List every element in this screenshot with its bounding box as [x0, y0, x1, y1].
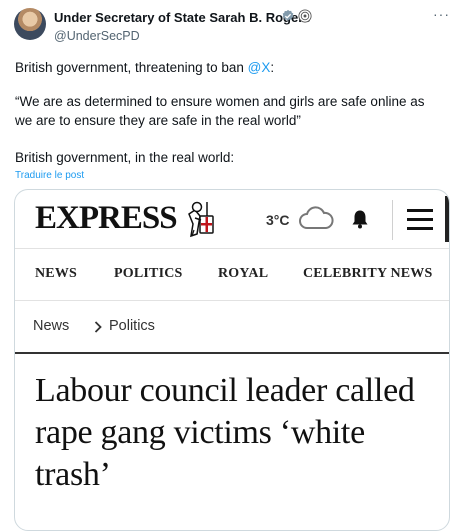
divider: [15, 352, 449, 354]
express-logo: EXPRESS: [35, 200, 178, 236]
tweet-line-3: British government, in the real world:: [15, 150, 235, 165]
tweet-line-1: British government, threatening to ban @…: [15, 58, 440, 77]
cloud-icon: [299, 206, 334, 229]
chevron-right-icon: [94, 321, 102, 333]
author-name[interactable]: Under Secretary of State Sarah B. Rogers: [54, 10, 310, 25]
tweet-line-1-text: British government, threatening to ban: [15, 60, 248, 75]
author-badges: [281, 9, 312, 23]
nav-item-politics[interactable]: POLITICS: [114, 266, 183, 282]
more-options-icon[interactable]: ···: [433, 6, 450, 22]
weather-temperature: 3°C: [266, 212, 290, 228]
divider: [15, 300, 449, 301]
avatar[interactable]: [14, 8, 46, 40]
breadcrumb-news[interactable]: News: [33, 318, 69, 334]
author-handle[interactable]: @UnderSecPD: [54, 29, 140, 43]
hamburger-menu-icon[interactable]: [392, 200, 439, 240]
translate-post-link[interactable]: Traduire le post: [15, 170, 84, 181]
nav-item-celebrity-news[interactable]: CELEBRITY NEWS: [303, 266, 432, 282]
media-card[interactable]: EXPRESS 3°C NEWS POLITICS ROYAL CELEBRIT…: [14, 189, 450, 531]
nav-item-royal[interactable]: ROYAL: [218, 266, 268, 282]
tweet-quote: “We are as determined to ensure women an…: [15, 94, 425, 128]
breadcrumb-politics[interactable]: Politics: [109, 318, 155, 334]
tweet-line-1-suffix: :: [270, 60, 275, 75]
verified-badge-icon: [282, 9, 294, 21]
government-seal-icon: [298, 9, 312, 23]
article-headline: Labour council leader called rape gang v…: [35, 372, 415, 493]
mention-link[interactable]: @X: [248, 60, 271, 75]
tweet: Under Secretary of State Sarah B. Rogers…: [0, 0, 450, 531]
divider: [15, 248, 449, 249]
crusader-logo-icon: [188, 201, 214, 238]
nav-item-news[interactable]: NEWS: [35, 266, 77, 282]
menu-edge: [445, 196, 449, 242]
notification-bell-icon[interactable]: [351, 209, 369, 229]
